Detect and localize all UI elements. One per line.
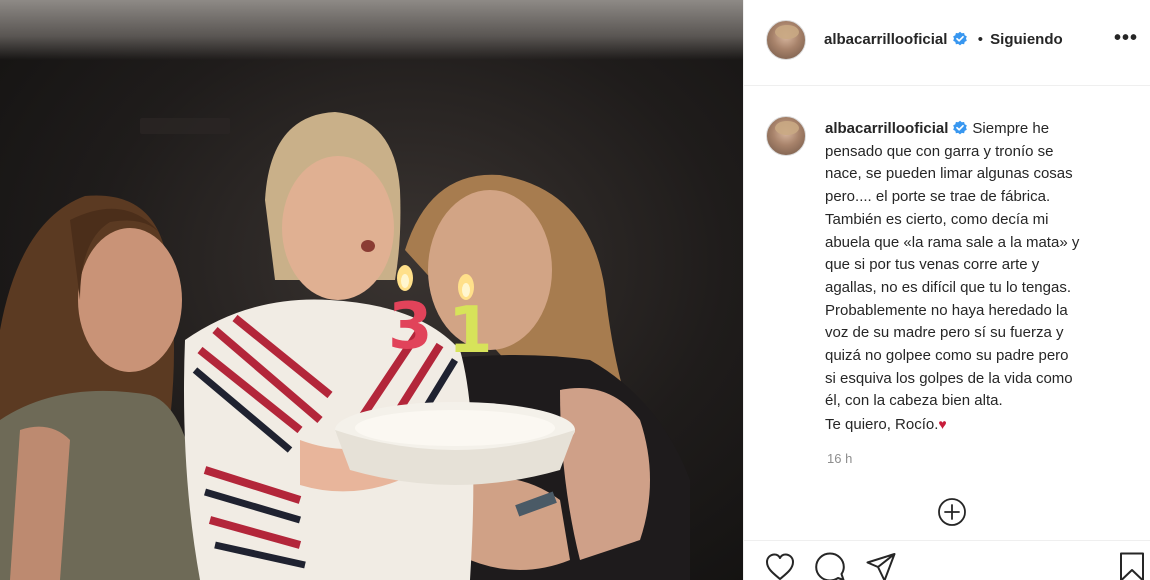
caption-line: agallas, no es difícil que tu lo tengas. [825, 278, 1071, 296]
action-bar [744, 540, 1150, 580]
header-user-row: albacarrillooficial • Siguiendo [824, 31, 1063, 48]
plus-circle-icon[interactable] [937, 497, 967, 527]
heart-icon[interactable] [764, 551, 796, 580]
caption-line: quizá no golpee como su padre pero [825, 347, 1069, 365]
caption-line: También es cierto, como decía mi [825, 210, 1049, 228]
caption-line: pero.... el porte se trae de fábrica. [825, 188, 1051, 206]
caption-line: voz de su madre pero sí su fuerza y [825, 324, 1064, 342]
photo-scene: 3 1 [0, 112, 690, 580]
post-caption: albacarrillooficial Siempre he pensado q… [825, 118, 1115, 437]
svg-text:1: 1 [448, 294, 493, 368]
post-photo[interactable]: 3 1 [0, 0, 743, 580]
send-icon[interactable] [865, 551, 897, 580]
svg-text:3: 3 [388, 290, 433, 364]
verified-badge-icon [953, 120, 968, 135]
caption-section: albacarrillooficial Siempre he pensado q… [744, 87, 1150, 487]
caption-line: si esquiva los golpes de la vida como [825, 369, 1073, 387]
more-options-icon[interactable]: ••• [1114, 28, 1138, 51]
header-username[interactable]: albacarrillooficial [824, 31, 947, 48]
birthday-cake [335, 402, 575, 485]
caption-line: abuela que «la rama sale a la mata» y [825, 233, 1080, 251]
caption-author-avatar[interactable] [766, 116, 806, 156]
separator-dot: • [977, 31, 983, 48]
heart-emoji-icon: ♥ [938, 416, 947, 433]
caption-line: que si por tus venas corre arte y [825, 256, 1040, 274]
caption-username[interactable]: albacarrillooficial [825, 120, 948, 137]
caption-line: él, con la cabeza bien alta. [825, 392, 1003, 410]
post-side-panel: albacarrillooficial • Siguiendo ••• alba… [743, 0, 1150, 580]
post-timestamp[interactable]: 16 h [827, 451, 852, 466]
caption-line: nace, se pueden limar algunas cosas [825, 165, 1073, 183]
person-left [0, 195, 205, 580]
caption-line: Probablemente no haya heredado la [825, 301, 1068, 319]
follow-status-button[interactable]: Siguiendo [990, 31, 1063, 48]
verified-badge-icon [952, 31, 967, 46]
post-header: albacarrillooficial • Siguiendo ••• [744, 0, 1150, 86]
author-avatar[interactable] [766, 20, 806, 60]
bookmark-icon[interactable] [1116, 551, 1148, 580]
caption-line: pensado que con garra y tronío se [825, 142, 1054, 160]
comment-icon[interactable] [814, 551, 846, 580]
caption-line: Te quiero, Rocío. [825, 416, 939, 434]
caption-line: Siempre he [972, 120, 1050, 137]
